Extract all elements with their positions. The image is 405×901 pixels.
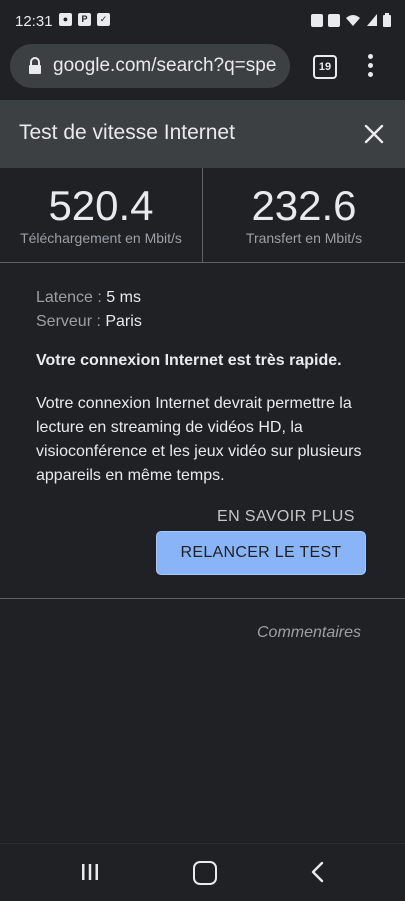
speed-metrics: 520.4 Téléchargement en Mbit/s 232.6 Tra… xyxy=(0,168,405,263)
status-time: 12:31 xyxy=(15,13,53,30)
learn-more-link[interactable]: EN SAVOIR PLUS xyxy=(217,508,355,526)
close-icon[interactable] xyxy=(360,120,388,148)
result-description: Votre connexion Internet devrait permett… xyxy=(36,395,362,484)
section-divider xyxy=(0,598,405,599)
home-icon[interactable] xyxy=(193,861,217,885)
speedtest-details: Latence : 5 ms Serveur : Paris xyxy=(36,286,376,334)
result-headline: Votre connexion Internet est très rapide… xyxy=(36,352,342,369)
server-row: Serveur : Paris xyxy=(36,310,376,334)
alarm-icon xyxy=(328,13,340,27)
server-value: Paris xyxy=(105,313,142,330)
wifi-icon xyxy=(346,15,360,26)
url-text[interactable]: google.com/search?q=spe xyxy=(53,55,285,77)
paypal-icon: P xyxy=(78,13,91,26)
status-left-icons: ● P ✓ xyxy=(59,13,110,26)
nfc-icon xyxy=(311,13,323,27)
recent-apps-icon[interactable] xyxy=(81,863,99,881)
upload-value: 232.6 xyxy=(251,182,357,229)
latency-row: Latence : 5 ms xyxy=(36,286,376,310)
tab-switcher-button[interactable]: 19 xyxy=(313,55,337,79)
feedback-link[interactable]: Commentaires xyxy=(257,624,361,642)
rerun-test-button[interactable]: RELANCER LE TEST xyxy=(156,531,366,575)
check-icon: ✓ xyxy=(97,13,110,26)
system-nav-bar xyxy=(0,843,405,901)
more-options-icon[interactable] xyxy=(362,54,378,80)
notification-icon: ● xyxy=(59,13,72,26)
back-icon[interactable] xyxy=(310,861,324,883)
lock-icon xyxy=(29,57,41,74)
upload-label: Transfert en Mbit/s xyxy=(245,230,363,246)
speedtest-header: Test de vitesse Internet xyxy=(0,100,405,168)
download-value: 520.4 xyxy=(48,182,154,229)
latency-label: Latence : xyxy=(36,289,107,306)
status-right-icons xyxy=(311,13,391,27)
signal-icon xyxy=(367,14,377,26)
address-bar[interactable]: google.com/search?q=spe xyxy=(10,44,290,88)
latency-value: 5 ms xyxy=(106,289,141,306)
browser-toolbar: google.com/search?q=spe 19 xyxy=(0,44,405,100)
battery-icon xyxy=(383,13,391,27)
server-label: Serveur : xyxy=(36,313,106,330)
download-metric: 520.4 Téléchargement en Mbit/s xyxy=(0,168,203,262)
status-bar: 12:31 ● P ✓ xyxy=(0,0,405,44)
upload-metric: 232.6 Transfert en Mbit/s xyxy=(203,168,405,262)
download-label: Téléchargement en Mbit/s xyxy=(20,230,182,246)
speedtest-title: Test de vitesse Internet xyxy=(19,121,235,144)
